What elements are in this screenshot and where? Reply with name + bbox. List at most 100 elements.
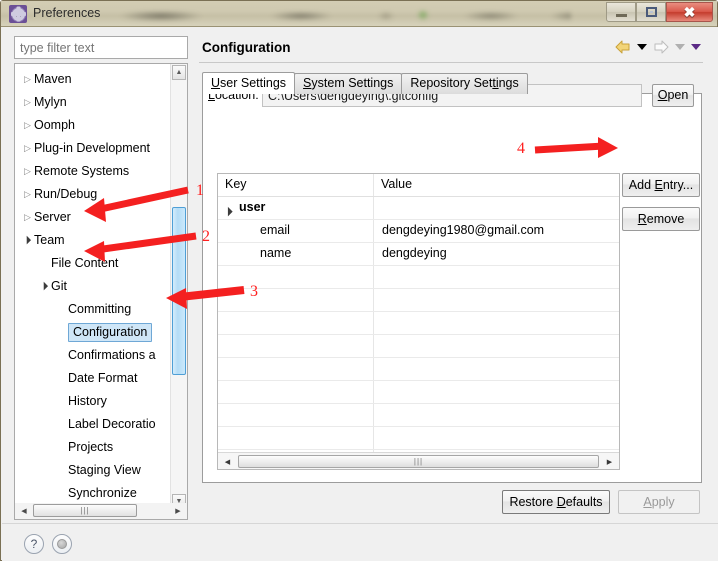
table-cell-key xyxy=(218,381,374,403)
tree-item-team[interactable]: Team xyxy=(15,229,175,252)
table-cell-key xyxy=(218,404,374,426)
tree-item-staging-view[interactable]: Staging View xyxy=(15,459,175,482)
scroll-up-icon[interactable]: ▲ xyxy=(172,65,186,80)
tree-item-label: Oomph xyxy=(34,118,75,133)
back-arrow-icon[interactable] xyxy=(615,40,631,54)
forward-arrow-icon xyxy=(654,40,669,54)
table-row-empty[interactable] xyxy=(218,404,619,427)
table-row-empty[interactable] xyxy=(218,312,619,335)
table-row-empty[interactable] xyxy=(218,381,619,404)
close-button[interactable]: ✖ xyxy=(666,2,713,22)
table-cell-value xyxy=(374,289,619,311)
twisty-collapsed-icon[interactable] xyxy=(21,137,34,160)
annotation-number-3: 3 xyxy=(250,283,258,300)
twisty-collapsed-icon[interactable] xyxy=(21,68,34,91)
twisty-collapsed-icon[interactable] xyxy=(21,160,34,183)
back-dropdown-icon[interactable] xyxy=(637,44,647,50)
config-table[interactable]: Key Value user email dengdeying1980@gmail.… xyxy=(217,173,620,470)
tab-system-settings[interactable]: System Settings xyxy=(294,73,403,94)
table-row-empty[interactable] xyxy=(218,266,619,289)
tree-item-label: Date Format xyxy=(68,371,138,386)
twisty-collapsed-icon[interactable] xyxy=(21,183,34,206)
forward-dropdown-icon xyxy=(675,44,685,50)
table-row-empty[interactable] xyxy=(218,335,619,358)
tree-item-server[interactable]: Server xyxy=(15,206,175,229)
table-row-empty[interactable] xyxy=(218,289,619,312)
table-scroll-right-icon[interactable]: ▶ xyxy=(603,455,616,468)
tree-scroll-thumb[interactable] xyxy=(172,207,186,375)
tree-item-label: Server xyxy=(34,210,71,225)
tree-item-committing[interactable]: Committing xyxy=(15,298,175,321)
twisty-expanded-icon[interactable] xyxy=(21,229,34,252)
tree-vertical-scrollbar[interactable]: ▲ ▼ xyxy=(170,64,187,510)
table-cell-key: name xyxy=(218,243,374,265)
scroll-left-icon[interactable]: ◀ xyxy=(17,504,31,517)
table-row-empty[interactable] xyxy=(218,358,619,381)
tree-item-synchronize[interactable]: Synchronize xyxy=(15,482,175,505)
tree-horizontal-scrollbar[interactable]: ◀ ||| ▶ xyxy=(14,503,188,520)
tree-item-history[interactable]: History xyxy=(15,390,175,413)
dialog-footer: ? OK Cancel xyxy=(2,524,718,561)
twisty-collapsed-icon[interactable] xyxy=(21,114,34,137)
tree-item-remote-systems[interactable]: Remote Systems xyxy=(15,160,175,183)
filter-input[interactable] xyxy=(14,36,188,59)
tree-item-label: Label Decoratio xyxy=(68,417,156,432)
tab-repository-settings[interactable]: Repository Settings xyxy=(401,73,528,94)
add-entry-button[interactable]: Add Entry... xyxy=(622,173,700,197)
tab-user-settings[interactable]: User Settings xyxy=(202,72,296,94)
twisty-collapsed-icon[interactable] xyxy=(21,206,34,229)
apply-button[interactable]: Apply xyxy=(618,490,700,514)
tree-item-label: Synchronize xyxy=(68,486,137,501)
restore-defaults-button[interactable]: Restore Defaults xyxy=(502,490,610,514)
annotation-number-4: 4 xyxy=(517,140,525,157)
twisty-collapsed-icon[interactable] xyxy=(21,91,34,114)
scroll-right-icon[interactable]: ▶ xyxy=(171,504,185,517)
tree-item-label: Configuration xyxy=(68,323,153,343)
tree-item-label: Run/Debug xyxy=(34,187,98,202)
table-scroll-left-icon[interactable]: ◀ xyxy=(221,455,234,468)
table-row[interactable]: name dengdeying xyxy=(218,243,619,266)
tree-item-maven[interactable]: Maven xyxy=(15,68,175,91)
column-header-key[interactable]: Key xyxy=(218,174,374,196)
help-icon[interactable]: ? xyxy=(24,534,44,554)
tree-item-label: Team xyxy=(34,233,65,248)
table-horizontal-scrollbar[interactable]: ◀ ||| ▶ xyxy=(218,452,619,469)
tree-item-label: History xyxy=(68,394,107,409)
tree-item-plug-in-development[interactable]: Plug-in Development xyxy=(15,137,175,160)
tree-item-label: Remote Systems xyxy=(34,164,130,179)
circle-icon[interactable] xyxy=(52,534,72,554)
tree-item-run-debug[interactable]: Run/Debug xyxy=(15,183,175,206)
annotation-number-2: 2 xyxy=(202,228,210,245)
table-cell-key xyxy=(218,335,374,357)
column-header-value[interactable]: Value xyxy=(374,174,619,196)
page-title: Configuration xyxy=(202,40,291,55)
table-row[interactable]: user xyxy=(218,197,619,220)
table-hscroll-thumb[interactable]: ||| xyxy=(238,455,599,468)
preferences-gear-icon xyxy=(9,5,27,23)
preferences-dialog: Preferences ✖ Maven Mylyn Oomph Plug-in Dev… xyxy=(0,0,718,561)
minimize-button[interactable] xyxy=(606,2,636,22)
tree-item-confirmations-a[interactable]: Confirmations a xyxy=(15,344,175,367)
remove-button[interactable]: Remove xyxy=(622,207,700,231)
tree-list: Maven Mylyn Oomph Plug-in Development Remote… xyxy=(15,64,175,510)
tree-item-projects[interactable]: Projects xyxy=(15,436,175,459)
tree-item-configuration[interactable]: Configuration xyxy=(15,321,175,344)
tree-hscroll-thumb[interactable]: ||| xyxy=(33,504,137,517)
table-row-empty[interactable] xyxy=(218,427,619,450)
tree-item-file-content[interactable]: File Content xyxy=(15,252,175,275)
table-cell-value xyxy=(374,381,619,403)
page-overflow-icon[interactable] xyxy=(691,44,701,50)
preference-tree[interactable]: Maven Mylyn Oomph Plug-in Development Remote… xyxy=(14,63,188,511)
tree-item-label-decoratio[interactable]: Label Decoratio xyxy=(15,413,175,436)
tree-item-git[interactable]: Git xyxy=(15,275,175,298)
tree-item-mylyn[interactable]: Mylyn xyxy=(15,91,175,114)
twisty-expanded-icon[interactable] xyxy=(38,275,51,298)
window-title: Preferences xyxy=(33,6,101,20)
tree-item-label: Maven xyxy=(34,72,72,87)
maximize-button[interactable] xyxy=(636,2,666,22)
tree-item-oomph[interactable]: Oomph xyxy=(15,114,175,137)
table-row[interactable]: email dengdeying1980@gmail.com xyxy=(218,220,619,243)
table-cell-value xyxy=(374,404,619,426)
open-button[interactable]: Open xyxy=(652,84,694,107)
tree-item-date-format[interactable]: Date Format xyxy=(15,367,175,390)
